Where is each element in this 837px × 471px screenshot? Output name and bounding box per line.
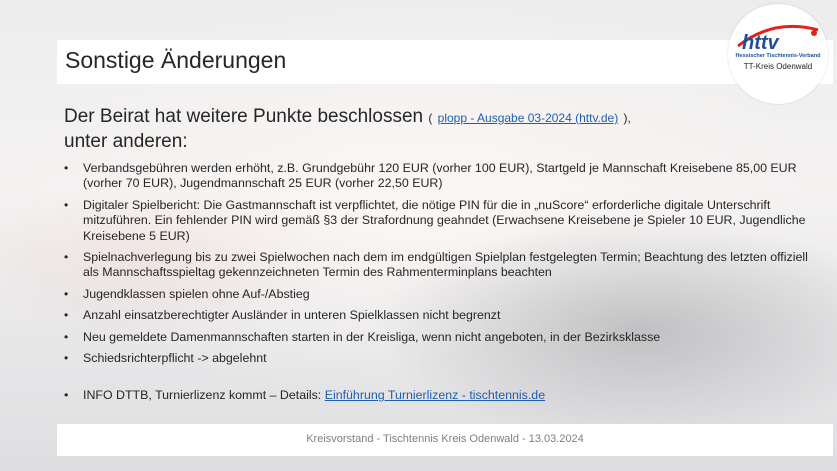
footer-text: Kreisvorstand - Tischtennis Kreis Odenwa… [306,433,584,445]
bullet-bold: Digitaler Spielbericht [83,197,197,212]
list-item: • Verbandsgebühren werden erhöht, z.B. Gr… [64,161,814,192]
plopp-link[interactable]: plopp - Ausgabe 03-2024 (httv.de) [438,111,619,125]
headline: Der Beirat hat weitere Punkte beschlosse… [64,105,814,130]
list-item: • Anzahl einsatzberechtigter Ausländer in… [64,308,814,323]
info-line: • INFO DTTB, Turnierlizenz kommt – Detail… [64,388,814,403]
list-item: • Jugendklassen spielen ohne Auf-/Abstieg [64,287,814,302]
bullet-icon: • [64,197,69,212]
bullet-bold: Jugendklassen [83,286,166,301]
bullet-bold: Spielnachverlegung [83,250,192,265]
list-item: • Neu gemeldete Damenmannschaften starten… [64,330,814,345]
bullet-icon: • [64,250,69,265]
info-middle: kommt – Details: [225,388,325,403]
slide-content: Der Beirat hat weitere Punkte beschlosse… [64,105,814,403]
httv-logo: httv Hessischer Tischtennis-Verband TT-K… [728,4,828,104]
info-bold: Turnierlizenz [155,388,226,403]
headline-text: Der Beirat hat weitere Punkte beschlosse… [64,106,424,127]
bullet-icon: • [64,286,69,301]
httv-logo-icon: httv [737,24,819,52]
logo-text: httv [742,32,781,52]
headline-paren-close: ), [623,111,631,125]
list-item: • Spielnachverlegung bis zu zwei Spielwoc… [64,250,814,281]
bullet-icon: • [64,308,69,323]
bullet-text: -> abgelehnt [193,351,267,366]
bullet-icon: • [64,329,69,344]
bullet-bold: Schiedsrichterpflicht [83,351,194,366]
bullet-text: bis zu zwei Spielwochen nach dem im endg… [83,250,808,280]
list-item: • Digitaler Spielbericht: Die Gastmannsch… [64,198,814,244]
logo-subtitle: Hessischer Tischtennis-Verband [735,53,821,59]
bullet-list: • Verbandsgebühren werden erhöht, z.B. Gr… [64,161,814,366]
bullet-icon: • [64,161,69,175]
list-item: • Schiedsrichterpflicht -> abgelehnt [64,351,814,366]
slide-title: Sonstige Änderungen [65,47,287,73]
bullet-bold: Anzahl einsatzberechtigter Ausländer [83,308,288,323]
bullet-text: in unteren Spielklassen nicht begrenzt [287,308,501,323]
turnierlizenz-link[interactable]: Einführung Turnierlizenz - tischtennis.d… [325,388,545,402]
headline-paren-open: ( [428,111,433,125]
bullet-text: spielen ohne Auf-/Abstieg [165,286,310,301]
bullet-text: starten in der Kreisliga, wenn nicht ang… [288,329,661,344]
title-bar: Sonstige Änderungen [57,40,833,84]
logo-kreis: TT-Kreis Odenwald [743,62,813,71]
footer-bar: Kreisvorstand - Tischtennis Kreis Odenwa… [57,424,833,456]
bullet-icon: • [64,351,69,366]
headline-line2: unter anderen: [64,131,188,152]
bullet-bold: Neu gemeldete Damenmannschaften [83,329,289,344]
bullet-bold: Verbandsgebühren werden erhöht [83,161,271,175]
bullet-icon: • [64,388,69,403]
info-prefix: INFO DTTB, [83,388,156,403]
